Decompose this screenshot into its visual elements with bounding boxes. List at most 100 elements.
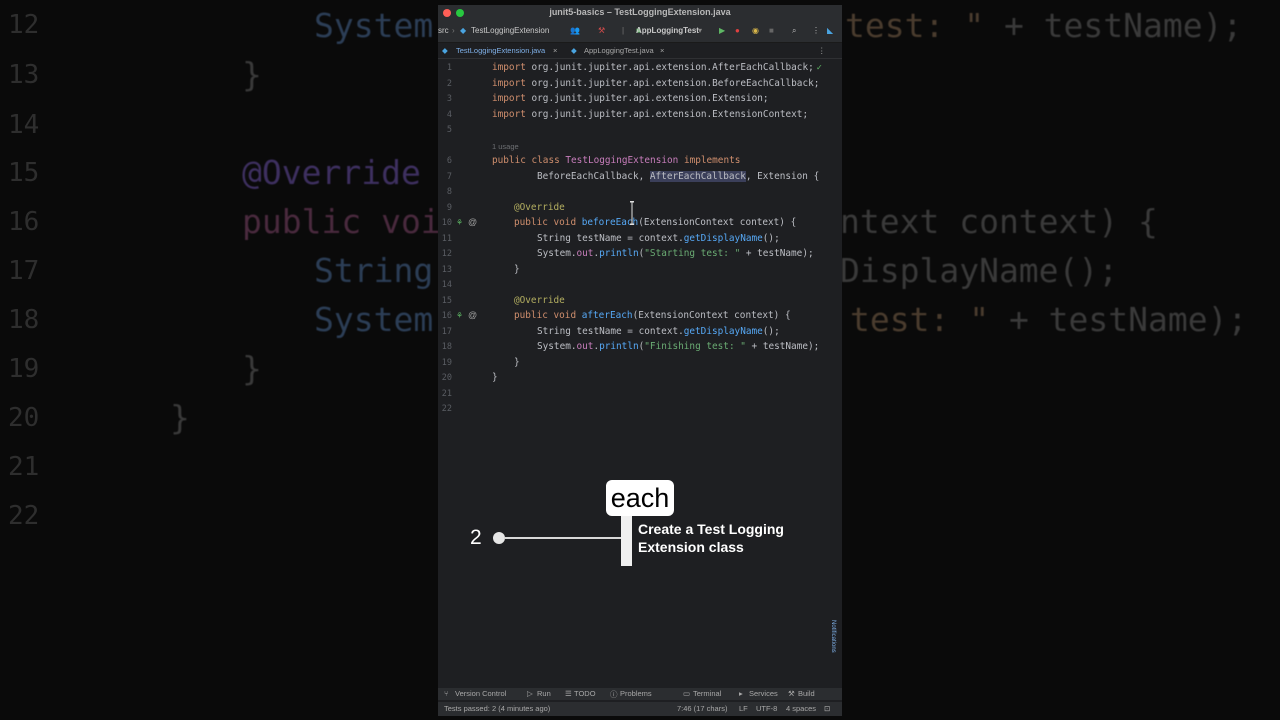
status-bar: Tests passed: 2 (4 minutes ago) 7:46 (17… (438, 702, 842, 716)
more-icon[interactable]: ⋮ (812, 26, 820, 35)
code-text: System.out.println("Finishing test: " + … (537, 341, 820, 352)
status-encoding[interactable]: UTF-8 (756, 704, 777, 713)
bg-code: ntext context) { (840, 202, 1158, 241)
line-number: 6 (446, 156, 452, 166)
problems-icon: ⓘ (610, 690, 618, 699)
line-number: 12 (441, 249, 452, 259)
override-gutter-icon[interactable]: @ (468, 217, 477, 227)
tool-problems[interactable]: Problems (620, 689, 652, 698)
code-text: import org.junit.jupiter.api.extension.E… (492, 108, 809, 120)
ai-assistant-icon[interactable]: ◣ (827, 26, 833, 35)
code-line: 3 import org.junit.jupiter.api.extension… (438, 92, 842, 107)
code-text: @Override (514, 294, 565, 306)
debug-icon[interactable]: ● (735, 26, 740, 35)
code-line: 15 @Override (438, 294, 842, 309)
close-tab-icon[interactable]: × (553, 46, 557, 55)
code-text: public class TestLoggingExtension implem… (492, 155, 741, 166)
bg-line-number: 14 (8, 110, 40, 140)
code-line: 18 System.out.println("Finishing test: "… (438, 340, 842, 355)
tab-testloggingextension[interactable]: TestLoggingExtension.java (456, 46, 545, 55)
tool-version-control[interactable]: Version Control (455, 689, 506, 698)
status-indent[interactable]: 4 spaces (786, 704, 816, 713)
code-line: 6 public class TestLoggingExtension impl… (438, 154, 842, 169)
build-icon: ⚒ (788, 689, 795, 698)
bg-line-number: 17 (8, 256, 40, 286)
add-user-icon[interactable]: 👥 (570, 26, 580, 35)
tab-apploggingtest[interactable]: AppLoggingTest.java (584, 46, 654, 55)
title-bar: junit5-basics – TestLoggingExtension.jav… (438, 5, 842, 20)
run-test-gutter-icon[interactable]: ⚘ (456, 311, 463, 320)
line-number: 7 (446, 171, 452, 182)
bg-code: public void (242, 202, 461, 241)
line-number: 13 (441, 264, 452, 275)
chevron-right-icon: › (452, 26, 455, 35)
separator-icon: | (622, 26, 625, 35)
code-text: } (514, 356, 520, 368)
word-badge: each (606, 480, 674, 516)
code-line: 11 String testName = context.getDisplayN… (438, 232, 842, 247)
window-title: junit5-basics – TestLoggingExtension.jav… (549, 7, 731, 17)
bg-code: System. (314, 6, 454, 45)
line-number: 9 (446, 202, 452, 213)
more-tabs-icon[interactable]: ⋮ (818, 46, 826, 55)
bg-line-number: 21 (8, 452, 40, 482)
run-test-gutter-icon[interactable]: ⚘ (456, 218, 463, 227)
code-text: @Override (514, 201, 565, 213)
line-number: 3 (446, 94, 452, 104)
bg-code: System. (314, 300, 454, 339)
run-icon[interactable]: ▶ (719, 26, 725, 35)
code-editor[interactable]: 1 import org.junit.jupiter.api.extension… (438, 61, 842, 681)
code-line: 12 System.out.println("Starting test: " … (438, 247, 842, 262)
usage-hint-line: 1 usage (438, 139, 842, 154)
code-text: BeforeEachCallback, AfterEachCallback, E… (537, 170, 820, 182)
line-number: 4 (446, 109, 452, 120)
tool-terminal[interactable]: Terminal (693, 689, 721, 698)
status-line-separator[interactable]: LF (739, 704, 748, 713)
tool-run[interactable]: Run (537, 689, 551, 698)
run-config-select[interactable]: AppLoggingTest (636, 26, 699, 35)
class-file-icon: ◆ (442, 46, 448, 55)
override-gutter-icon[interactable]: @ (468, 310, 477, 320)
status-tests[interactable]: Tests passed: 2 (4 minutes ago) (444, 704, 550, 713)
usage-hint[interactable]: 1 usage (492, 142, 519, 151)
search-icon[interactable]: ⌕ (792, 26, 796, 36)
version-control-icon: ⑂ (444, 689, 449, 698)
tool-todo[interactable]: TODO (574, 689, 596, 698)
code-line: 2 import org.junit.jupiter.api.extension… (438, 77, 842, 92)
hammer-icon[interactable]: ⚒ (598, 26, 605, 35)
close-tab-icon[interactable]: × (660, 46, 664, 55)
tool-build[interactable]: Build (798, 689, 815, 698)
line-number: 14 (441, 280, 452, 290)
code-line: 9 @Override (438, 201, 842, 216)
bg-line-number: 18 (8, 305, 40, 335)
pointer-line (504, 537, 624, 539)
code-text: public void afterEach(ExtensionContext c… (514, 310, 791, 321)
status-position[interactable]: 7:46 (17 chars) (677, 704, 727, 713)
breadcrumb-file[interactable]: TestLoggingExtension (471, 26, 549, 35)
coverage-icon[interactable]: ◉ (752, 26, 759, 35)
line-number: 8 (446, 187, 452, 197)
tool-services[interactable]: Services (749, 689, 778, 698)
notifications-strip[interactable]: Notifications (830, 620, 836, 653)
code-text: import org.junit.jupiter.api.extension.A… (492, 62, 814, 73)
code-text: } (514, 263, 520, 275)
bg-code: test: " + testName); (850, 300, 1248, 339)
chevron-down-icon[interactable]: ▾ (698, 26, 702, 35)
line-number: 22 (441, 404, 452, 414)
bg-line-number: 20 (8, 403, 40, 433)
breadcrumb-src[interactable]: src (438, 26, 449, 35)
lock-icon[interactable]: ⊡ (824, 704, 830, 713)
services-icon: ▸ (739, 689, 743, 698)
code-line: 8 (438, 185, 842, 200)
stop-icon[interactable]: ■ (769, 26, 774, 35)
line-number: 19 (441, 357, 452, 368)
line-number: 16 (441, 311, 452, 321)
step-caption: Create a Test Logging Extension class (638, 521, 784, 555)
selected-text: AfterEachCallback (649, 170, 746, 182)
ide-window: junit5-basics – TestLoggingExtension.jav… (438, 5, 842, 716)
todo-icon: ☰ (565, 689, 572, 698)
bg-line-number: 12 (8, 10, 40, 40)
bg-code: String (314, 251, 434, 290)
code-line: 21 (438, 387, 842, 402)
code-line: 1 import org.junit.jupiter.api.extension… (438, 61, 842, 76)
